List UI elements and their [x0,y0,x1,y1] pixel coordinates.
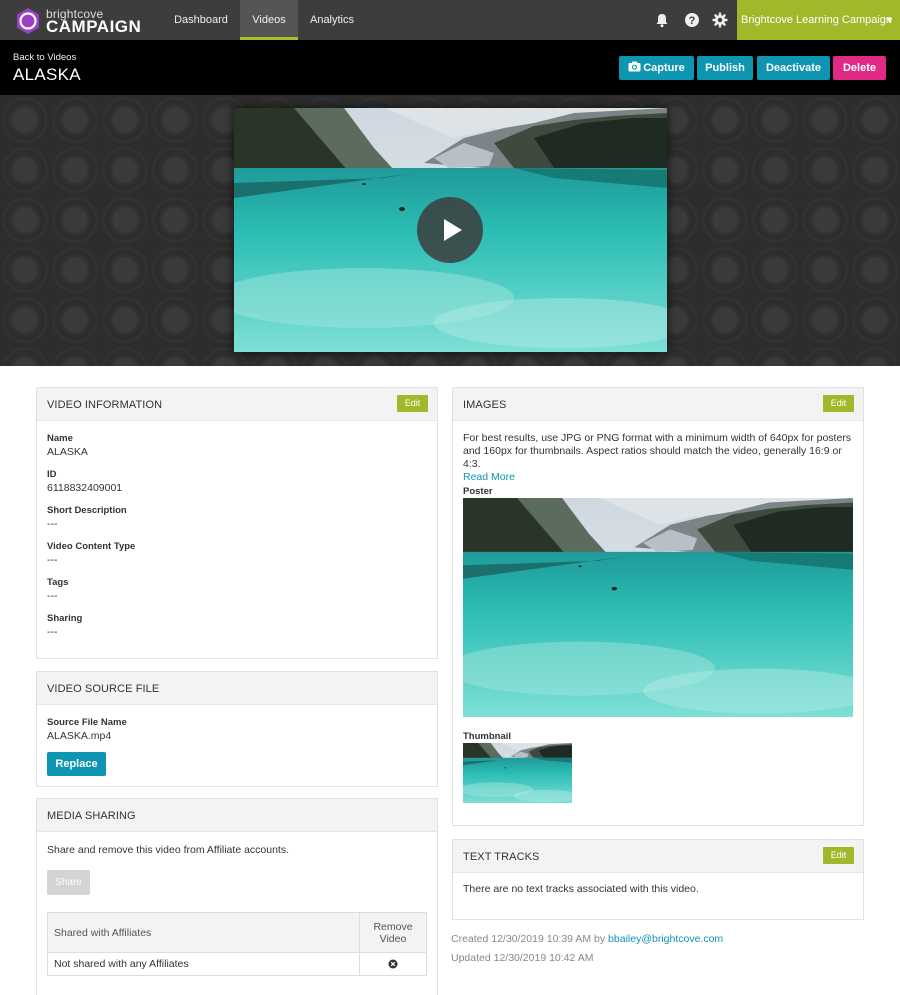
field-value-name: ALASKA [47,446,88,458]
panel-header: MEDIA SHARING [37,799,437,832]
panel-title: IMAGES [463,399,507,411]
capture-label: Capture [643,62,685,74]
brightcove-campaign-logo[interactable]: brightcove CAMPAIGN [14,6,142,36]
poster-image[interactable] [463,498,853,717]
logo-campaign-text: CAMPAIGN [46,17,142,36]
column-header-remove-video: Remove Video [359,912,427,953]
created-by-link[interactable]: bbailey@brightcove.com [608,933,723,945]
field-value-source-file: ALASKA.mp4 [47,730,112,742]
delete-button[interactable]: Delete [833,56,886,80]
images-description: For best results, use JPG or PNG format … [463,432,855,484]
media-sharing-panel: MEDIA SHARING Share and remove this vide… [36,798,438,995]
panel-header: VIDEO INFORMATION Edit [37,388,437,421]
thumbnail-label: Thumbnail [463,731,512,742]
help-icon[interactable]: ? [683,11,701,29]
camera-icon [628,61,641,72]
text-tracks-panel: TEXT TRACKS Edit There are no text track… [452,839,864,920]
nav-tab-dashboard[interactable]: Dashboard [162,0,240,40]
account-dropdown[interactable]: Brightcove Learning Campaign ▼ [737,0,900,40]
nav-tab-analytics[interactable]: Analytics [298,0,366,40]
images-panel: IMAGES Edit For best results, use JPG or… [452,387,864,826]
field-value-short-description: --- [47,518,58,530]
panel-title: VIDEO INFORMATION [47,399,163,411]
panel-header: IMAGES Edit [453,388,863,421]
column-header-shared-with: Shared with Affiliates [47,912,360,953]
read-more-link[interactable]: Read More [463,471,515,483]
affiliates-table: Shared with Affiliates Remove Video Not … [47,912,427,976]
panel-title: VIDEO SOURCE FILE [47,683,160,695]
field-label-id: ID [47,469,57,480]
table-row: Not shared with any Affiliates [47,952,427,976]
bell-icon[interactable] [653,11,671,29]
title-bar: Back to Videos ALASKA Capture Publish De… [0,40,900,95]
field-value-sharing: --- [47,626,58,638]
caret-down-icon: ▼ [885,15,894,25]
edit-text-tracks-button[interactable]: Edit [823,847,854,864]
deactivate-button[interactable]: Deactivate [757,56,830,80]
field-value-id: 6118832409001 [47,482,123,494]
replace-button[interactable]: Replace [47,752,106,776]
poster-label: Poster [463,486,493,497]
updated-info: Updated 12/30/2019 10:42 AM [451,952,594,964]
video-hero [0,95,900,366]
capture-button[interactable]: Capture [619,56,694,80]
account-name: Brightcove Learning Campaign [741,14,893,26]
remove-cell [359,952,427,976]
panel-title: MEDIA SHARING [47,810,136,822]
created-text: Created 12/30/2019 10:39 AM by [451,933,606,945]
top-nav: brightcove CAMPAIGN Dashboard Videos Ana… [0,0,900,40]
logo-mark-icon [17,8,39,34]
play-icon [444,219,462,241]
created-info: Created 12/30/2019 10:39 AM by bbailey@b… [451,933,723,945]
field-label-tags: Tags [47,577,69,588]
edit-video-info-button[interactable]: Edit [397,395,428,412]
images-guidance-text: For best results, use JPG or PNG format … [463,432,852,470]
field-label-content-type: Video Content Type [47,541,136,552]
gear-icon[interactable] [711,11,729,29]
field-value-content-type: --- [47,554,58,566]
play-button[interactable] [417,197,483,263]
field-label-name: Name [47,433,73,444]
video-information-panel: VIDEO INFORMATION Edit Name ALASKA ID 61… [36,387,438,659]
field-label-sharing: Sharing [47,613,83,624]
thumbnail-image[interactable] [463,743,572,803]
back-to-videos-link[interactable]: Back to Videos [13,52,76,63]
publish-button[interactable]: Publish [697,56,753,80]
nav-tab-videos[interactable]: Videos [240,0,298,40]
panel-header: TEXT TRACKS Edit [453,840,863,873]
panel-header: VIDEO SOURCE FILE [37,672,437,705]
table-header-row: Shared with Affiliates Remove Video [47,912,427,953]
media-sharing-description: Share and remove this video from Affilia… [47,844,290,856]
video-player[interactable] [234,108,667,352]
svg-text:?: ? [689,15,696,27]
field-value-tags: --- [47,590,58,602]
field-label-short-description: Short Description [47,505,127,516]
field-label-source-file: Source File Name [47,717,127,728]
remove-circle-icon[interactable] [388,959,398,969]
panel-title: TEXT TRACKS [463,851,540,863]
share-button[interactable]: Share [47,870,90,895]
affiliate-cell: Not shared with any Affiliates [47,952,360,976]
edit-images-button[interactable]: Edit [823,395,854,412]
video-source-file-panel: VIDEO SOURCE FILE Source File Name ALASK… [36,671,438,787]
text-tracks-description: There are no text tracks associated with… [463,883,699,895]
page-title: ALASKA [13,65,81,84]
